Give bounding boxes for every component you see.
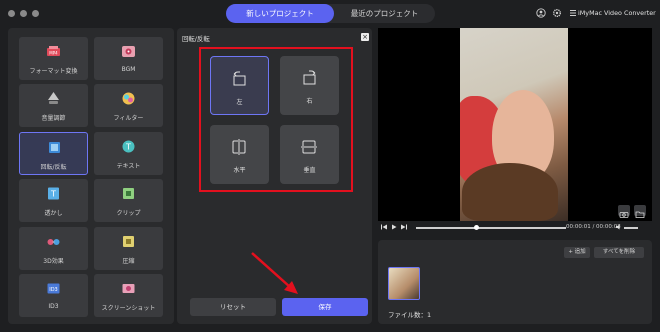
tool-label: BGM xyxy=(121,66,136,73)
tool-label: フィルター xyxy=(113,115,144,122)
tool-compress[interactable]: 圧縮 xyxy=(94,227,163,270)
playback-time: 00:00:01 / 00:00:03 xyxy=(566,224,621,230)
watermark-icon: T xyxy=(48,187,59,200)
tool-bgm[interactable]: BGM xyxy=(94,37,163,80)
tool-format-convert[interactable]: MP4 フォーマット変換 xyxy=(19,37,88,80)
svg-text:T: T xyxy=(50,190,56,199)
rotate-left-button[interactable]: 左 xyxy=(210,56,269,115)
delete-all-button[interactable]: すべてを削除 xyxy=(594,247,644,258)
title-bar: 新しいプロジェクト 最近のプロジェクト iMyMac Video Convert… xyxy=(0,0,660,28)
panel-title: 回転/反転 xyxy=(182,35,210,43)
skip-forward-icon[interactable] xyxy=(401,224,407,230)
skip-back-icon[interactable] xyxy=(381,224,387,230)
option-label: 垂直 xyxy=(303,167,316,174)
volume-adjust-icon xyxy=(48,92,59,104)
play-icon[interactable] xyxy=(391,224,397,230)
file-list-panel: + 追加 すべてを削除 ファイル数：1 xyxy=(378,240,652,324)
gear-icon[interactable] xyxy=(552,8,562,18)
tool-label: ID3 xyxy=(48,303,59,310)
option-label: 右 xyxy=(306,98,313,105)
volume-slider[interactable] xyxy=(624,227,638,229)
header-icons xyxy=(536,8,578,18)
tool-volume-adjust[interactable]: 音量調節 xyxy=(19,84,88,127)
flip-vertical-icon xyxy=(301,140,317,154)
add-file-button[interactable]: + 追加 xyxy=(564,247,590,258)
option-label: 水平 xyxy=(233,167,246,174)
text-icon: T xyxy=(122,140,135,153)
tool-watermark[interactable]: T 透かし xyxy=(19,179,88,222)
progress-knob[interactable] xyxy=(474,225,479,230)
file-thumbnail[interactable] xyxy=(388,267,420,300)
filter-icon xyxy=(122,92,135,105)
close-window-dot[interactable] xyxy=(8,10,15,17)
tool-label: 透かし xyxy=(44,210,63,217)
file-count: ファイル数：1 xyxy=(388,311,432,319)
music-icon xyxy=(122,46,135,57)
compress-icon xyxy=(123,236,134,247)
account-icon[interactable] xyxy=(536,8,546,18)
video-preview[interactable] xyxy=(378,28,652,221)
preview-frame xyxy=(460,28,568,221)
svg-text:T: T xyxy=(125,143,131,152)
tool-clip[interactable]: クリップ xyxy=(94,179,163,222)
screenshot-icon xyxy=(122,284,135,293)
tool-label: クリップ xyxy=(116,210,141,217)
window-controls xyxy=(8,10,39,17)
tool-label: 3D効果 xyxy=(43,258,64,265)
tool-label: スクリーンショット xyxy=(101,305,156,312)
rotate-icon xyxy=(49,142,60,153)
rotate-left-icon xyxy=(233,71,246,86)
menu-icon[interactable] xyxy=(568,8,578,18)
open-folder-icon[interactable] xyxy=(634,205,646,218)
tool-label: 音量調節 xyxy=(41,115,66,122)
zoom-window-dot[interactable] xyxy=(32,10,39,17)
tools-panel: MP4 フォーマット変換 BGM 音量調節 フィルター 回転/反転 T テキスト… xyxy=(8,28,174,324)
tool-label: 回転/反転 xyxy=(40,164,67,171)
tab-new-project[interactable]: 新しいプロジェクト xyxy=(226,4,334,23)
tool-id3[interactable]: ID3 ID3 xyxy=(19,274,88,317)
playback-controls: 00:00:01 / 00:00:03 xyxy=(378,221,652,234)
preview-hair xyxy=(462,163,558,221)
tool-text[interactable]: T テキスト xyxy=(94,132,163,175)
app-title: iMyMac Video Converter xyxy=(578,9,656,17)
snapshot-camera-icon[interactable] xyxy=(618,205,630,218)
tool-label: 圧縮 xyxy=(122,258,135,265)
close-panel-button[interactable]: × xyxy=(361,33,369,41)
tool-label: フォーマット変換 xyxy=(29,68,78,75)
flip-vertical-button[interactable]: 垂直 xyxy=(280,125,339,184)
rotate-right-icon xyxy=(303,70,316,85)
flip-horizontal-button[interactable]: 水平 xyxy=(210,125,269,184)
annotation-arrow xyxy=(251,252,298,294)
clip-icon xyxy=(123,188,134,199)
convert-icon: MP4 xyxy=(47,46,60,56)
project-tabs: 新しいプロジェクト 最近のプロジェクト xyxy=(226,4,435,23)
tool-3d-effect[interactable]: 3D効果 xyxy=(19,227,88,270)
tab-recent-projects[interactable]: 最近のプロジェクト xyxy=(334,4,435,23)
progress-slider[interactable] xyxy=(416,225,566,230)
highlight-box: 左 右 水平 垂直 xyxy=(199,47,353,192)
svg-text:ID3: ID3 xyxy=(49,287,58,293)
tool-label: テキスト xyxy=(116,163,141,170)
minimize-window-dot[interactable] xyxy=(20,10,27,17)
id3-icon: ID3 xyxy=(47,283,60,294)
speaker-icon[interactable] xyxy=(616,224,622,230)
tool-filter[interactable]: フィルター xyxy=(94,84,163,127)
option-label: 左 xyxy=(236,99,243,106)
rotate-right-button[interactable]: 右 xyxy=(280,56,339,115)
flip-horizontal-icon xyxy=(232,139,246,155)
tool-rotate-flip[interactable]: 回転/反転 xyxy=(19,132,88,175)
svg-text:MP4: MP4 xyxy=(49,51,58,56)
3d-glasses-icon xyxy=(47,239,60,245)
tool-screenshot[interactable]: スクリーンショット xyxy=(94,274,163,317)
